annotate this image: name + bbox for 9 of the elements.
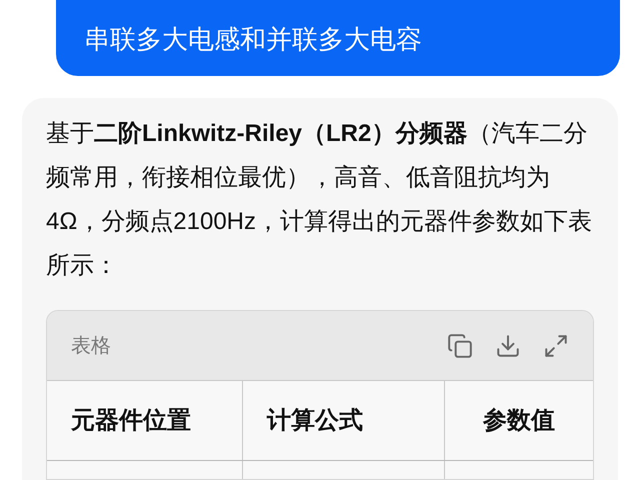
table-header-cell: 元器件位置 — [47, 381, 243, 460]
assistant-message-text: 基于二阶Linkwitz-Riley（LR2）分频器（汽车二分频常用，衔接相位最优），高音、低音阻抗均为4Ω，分频点2100Hz，计算得出的元器件参数如下表所示： — [46, 119, 594, 281]
expand-icon[interactable] — [543, 332, 569, 358]
table-header-cell-text: 参数值 — [482, 406, 556, 436]
user-message-text: 串联多大电感和并联多大电容 — [84, 23, 422, 56]
download-icon[interactable] — [495, 332, 521, 358]
table-title: 表格 — [71, 334, 111, 358]
copy-icon[interactable] — [447, 332, 473, 358]
table-header-cell: 计算公式 — [243, 381, 445, 460]
